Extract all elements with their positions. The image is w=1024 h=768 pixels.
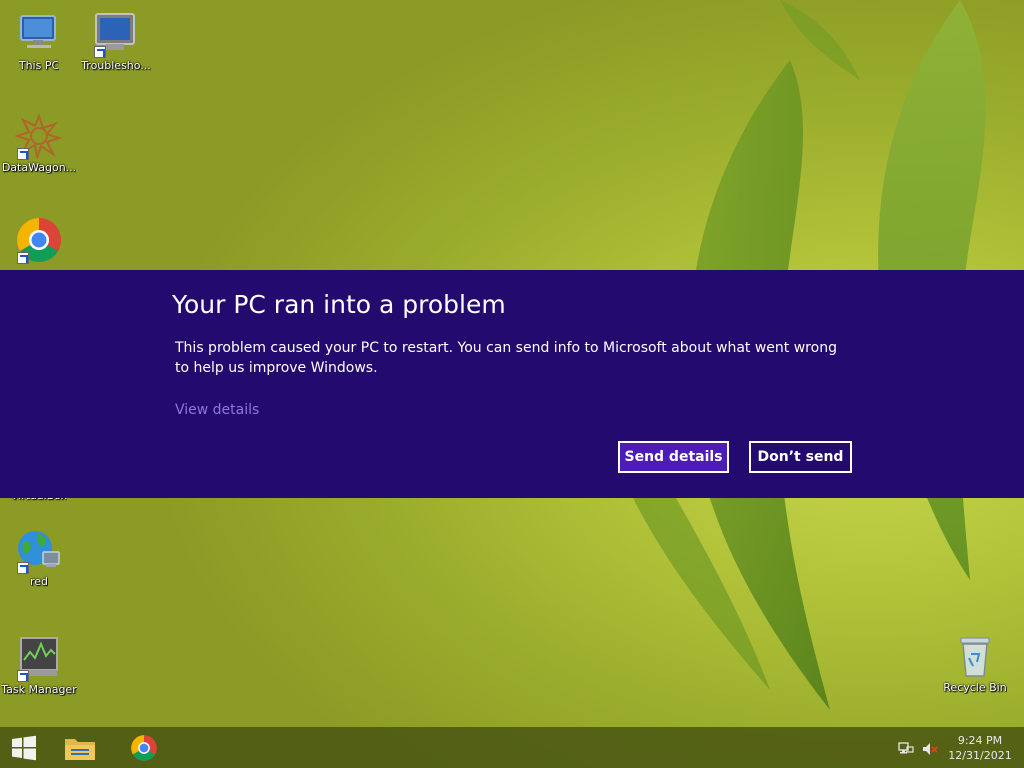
icon-label: Task Manager — [1, 683, 77, 696]
desktop-icon-datawagon[interactable]: DataWagon... — [0, 112, 78, 174]
icon-label: This PC — [18, 59, 60, 72]
taskbar-file-explorer[interactable] — [56, 729, 104, 766]
clock-time: 9:24 PM — [957, 734, 1003, 747]
taskbar: 9:24 PM 12/31/2021 — [0, 727, 1024, 768]
shortcut-arrow-icon — [94, 46, 106, 58]
error-title: Your PC ran into a problem — [172, 290, 506, 319]
taskbar-chrome[interactable] — [120, 729, 168, 766]
desktop-icon-chrome[interactable] — [0, 216, 78, 264]
file-explorer-icon — [65, 738, 95, 760]
icon-label: DataWagon... — [1, 161, 77, 174]
desktop: This PC Troublesho... DataWagon... red T… — [0, 0, 1024, 768]
start-button[interactable] — [0, 729, 48, 766]
shortcut-arrow-icon — [17, 562, 29, 574]
computer-icon — [20, 15, 56, 48]
desktop-icon-troubleshoot[interactable]: Troublesho... — [77, 10, 155, 72]
icon-label: Troublesho... — [81, 59, 151, 72]
shortcut-arrow-icon — [17, 148, 29, 160]
desktop-icon-recycle-bin[interactable]: Recycle Bin — [936, 632, 1014, 694]
error-dialog: Your PC ran into a problem This problem … — [0, 270, 1024, 498]
network-icon[interactable] — [898, 741, 914, 757]
desktop-icon-this-pc[interactable]: This PC — [0, 10, 78, 72]
chrome-icon — [131, 734, 157, 761]
recycle-bin-icon — [960, 637, 990, 677]
shortcut-arrow-icon — [17, 252, 29, 264]
taskbar-clock[interactable]: 9:24 PM 12/31/2021 — [944, 733, 1016, 763]
error-message: This problem caused your PC to restart. … — [175, 340, 837, 376]
volume-muted-icon[interactable] — [922, 741, 938, 757]
clock-date: 12/31/2021 — [948, 749, 1012, 762]
desktop-icon-red[interactable]: red — [0, 526, 78, 588]
view-details-link[interactable]: View details — [175, 402, 259, 418]
icon-label: red — [29, 575, 49, 588]
dont-send-button[interactable]: Don’t send — [749, 441, 852, 473]
windows-start-icon — [12, 735, 36, 760]
icon-label: Recycle Bin — [943, 681, 1007, 694]
desktop-icon-task-manager[interactable]: Task Manager — [0, 634, 78, 696]
send-details-button[interactable]: Send details — [618, 441, 729, 473]
shortcut-arrow-icon — [17, 670, 29, 682]
